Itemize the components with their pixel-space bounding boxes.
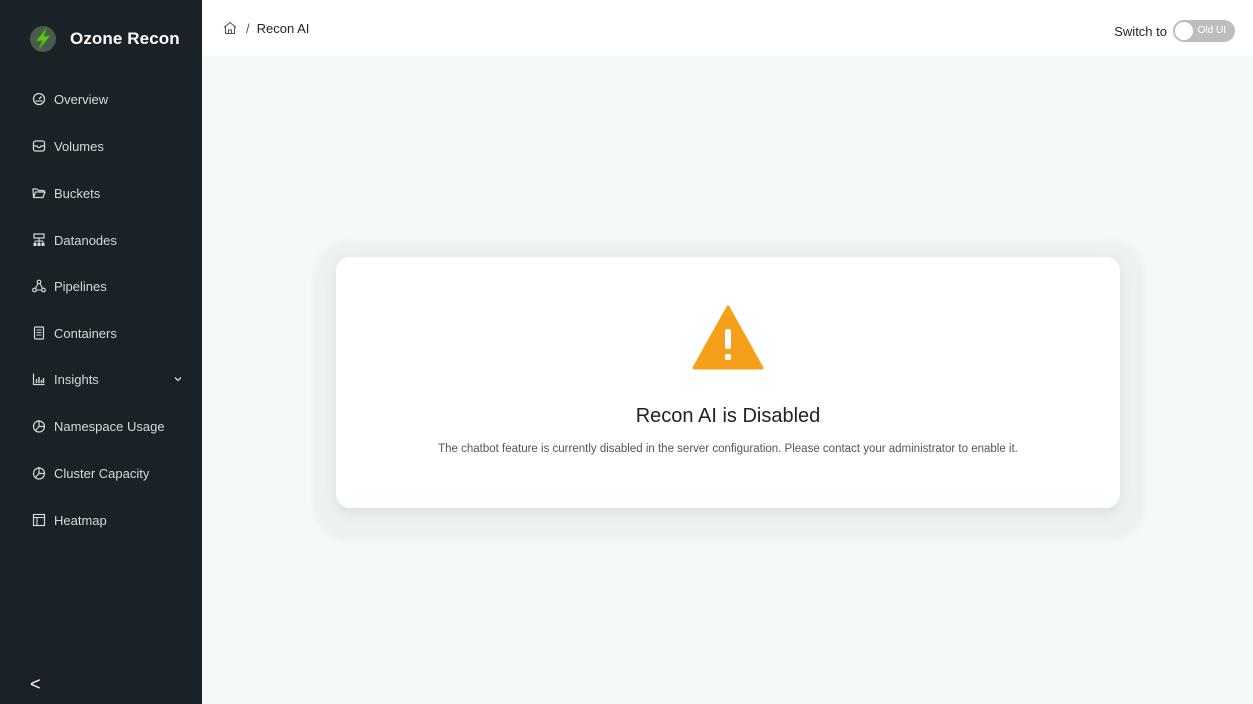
sidebar-item-pipelines[interactable]: Pipelines (0, 266, 202, 306)
chevron-left-icon: < (30, 673, 41, 694)
sidebar-item-label: Pipelines (54, 278, 107, 294)
sidebar-item-label: Buckets (54, 185, 101, 201)
old-ui-toggle[interactable]: Old UI (1173, 20, 1235, 42)
sidebar-item-label: Overview (54, 91, 109, 107)
sidebar-item-label: Insights (54, 371, 99, 387)
sidebar-item-heatmap[interactable]: Heatmap (0, 500, 202, 540)
dashboard-icon (32, 92, 46, 106)
sidebar-item-cluster-capacity[interactable]: Cluster Capacity (0, 453, 202, 493)
sidebar-collapse-button[interactable]: < (0, 664, 202, 704)
pie-chart-icon (32, 419, 46, 433)
sidebar-item-containers[interactable]: Containers (0, 313, 202, 353)
home-icon[interactable] (222, 20, 238, 36)
top-header: / Recon AI Switch to Old UI (202, 0, 1253, 56)
notice-description: The chatbot feature is currently disable… (438, 443, 1018, 455)
sidebar-item-label: Containers (54, 325, 117, 341)
chevron-down-icon (174, 377, 182, 382)
container-icon (32, 326, 46, 340)
brand[interactable]: Ozone Recon (0, 0, 202, 78)
toggle-text: Old UI (1197, 25, 1226, 36)
sidebar-item-label: Volumes (54, 138, 104, 154)
sidebar-item-label: Datanodes (54, 232, 117, 248)
breadcrumb-current: Recon AI (256, 20, 310, 36)
breadcrumb: / Recon AI (222, 20, 309, 36)
sidebar-item-label: Namespace Usage (54, 418, 165, 434)
layout-icon (32, 513, 46, 527)
notice-title: Recon AI is Disabled (635, 405, 821, 427)
brand-name: Ozone Recon (70, 29, 180, 48)
ui-switch: Switch to Old UI (1114, 20, 1235, 42)
breadcrumb-separator: / (246, 20, 250, 36)
sidebar-item-label: Heatmap (54, 512, 107, 528)
warning-icon (692, 305, 764, 370)
lightning-icon (30, 26, 56, 52)
sidebar-item-namespace-usage[interactable]: Namespace Usage (0, 406, 202, 446)
main-content: Recon AI is Disabled The chatbot feature… (202, 56, 1253, 704)
pie-chart-icon (32, 466, 46, 480)
sidebar-item-insights[interactable]: Insights (0, 359, 202, 399)
bar-chart-icon (32, 372, 46, 386)
sidebar: Ozone Recon Overview Volumes Buckets Dat… (0, 0, 202, 704)
deployment-unit-icon (32, 279, 46, 293)
sidebar-item-label: Cluster Capacity (54, 465, 150, 481)
sidebar-item-buckets[interactable]: Buckets (0, 173, 202, 213)
toggle-knob (1175, 22, 1193, 40)
cluster-icon (32, 233, 46, 247)
disabled-notice-card: Recon AI is Disabled The chatbot feature… (336, 257, 1120, 508)
inbox-icon (32, 139, 46, 153)
folder-open-icon (32, 186, 46, 200)
sidebar-item-volumes[interactable]: Volumes (0, 126, 202, 166)
switch-label: Switch to (1114, 23, 1167, 39)
sidebar-item-overview[interactable]: Overview (0, 79, 202, 119)
sidebar-item-datanodes[interactable]: Datanodes (0, 220, 202, 260)
